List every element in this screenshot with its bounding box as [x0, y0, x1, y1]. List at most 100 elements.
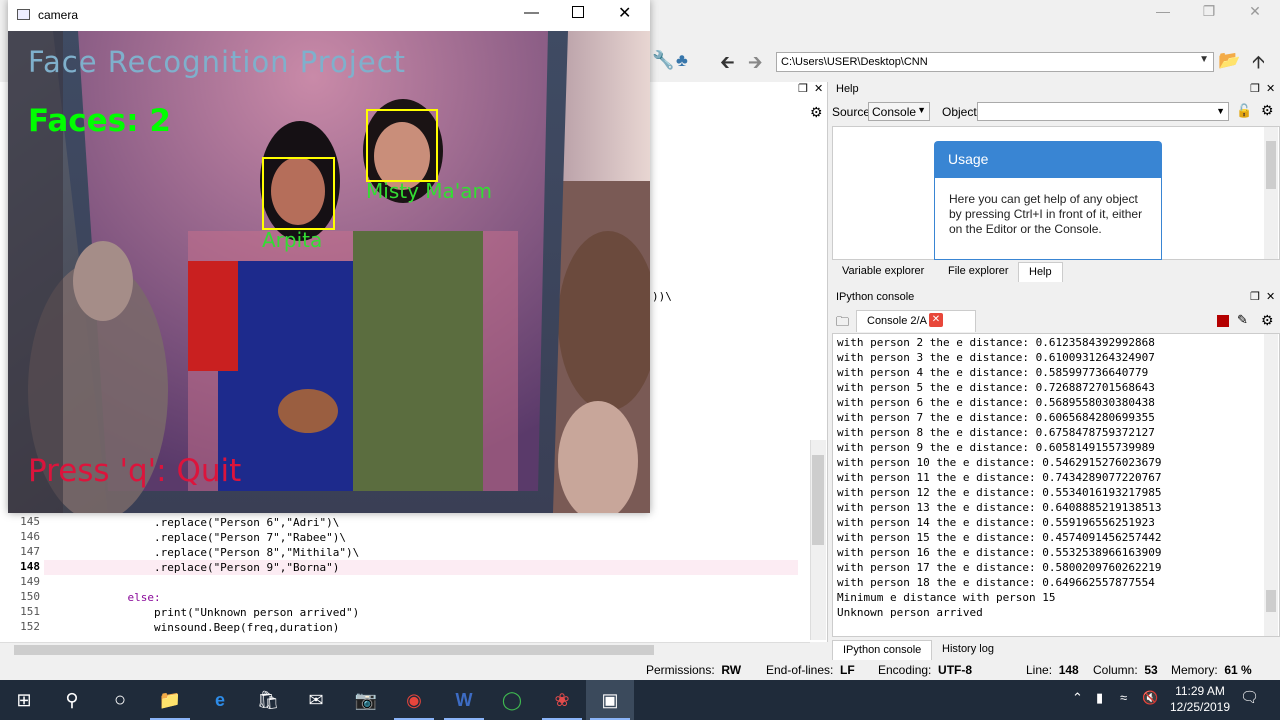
code-editor[interactable]: 145 .replace("Person 6","Adri")\ 146 .re… [0, 512, 798, 642]
working-directory-input[interactable]: C:\Users\USER\Desktop\CNN ▼ [776, 52, 1214, 72]
console-line: with person 18 the e distance: 0.6496625… [837, 576, 1155, 589]
code-line[interactable]: .replace("Person 6","Adri")\ [48, 515, 339, 530]
file-explorer-icon[interactable]: 📁 [146, 680, 194, 720]
close-icon[interactable]: ✕ [1232, 0, 1278, 22]
eraser-icon[interactable]: ✎ [1237, 312, 1248, 328]
line-number: 152 [20, 620, 40, 633]
line-number: 146 [20, 530, 40, 543]
forward-arrow-icon[interactable]: 🡲 [748, 50, 763, 80]
console-scrollbar[interactable] [1264, 334, 1278, 636]
memory-status: Memory: 61 % [1171, 663, 1252, 677]
line-number: 145 [20, 515, 40, 528]
restore-icon[interactable]: ❐ [1186, 0, 1232, 22]
undock-icon[interactable]: ❐ [1250, 290, 1260, 303]
code-line[interactable]: .replace("Person 9","Borna") [48, 560, 339, 575]
code-line[interactable]: else: [48, 590, 160, 605]
console-line: Unknown person arrived [837, 606, 983, 619]
up-arrow-icon[interactable]: 🡩 [1252, 50, 1265, 80]
ipython-pane-title: IPython console [836, 291, 915, 303]
maximize-icon[interactable] [572, 6, 584, 18]
camera-window-task-icon[interactable]: ▣ [586, 680, 634, 720]
console-line: Minimum e distance with person 15 [837, 591, 1056, 604]
close-icon[interactable]: ✕ [618, 3, 631, 23]
camera-app-icon[interactable]: 📷 [342, 680, 390, 720]
python-icon[interactable]: ♣ [676, 50, 688, 71]
console-tab-bar: 🗀 Console 2/A ✕ ✎ ⚙ [832, 310, 1280, 332]
spyder-icon[interactable]: ❀ [538, 680, 586, 720]
console-bottom-tabs: IPython console History log [832, 640, 1280, 660]
battery-icon[interactable]: ▮ [1096, 690, 1103, 706]
console-line: with person 2 the e distance: 0.61235843… [837, 336, 1155, 349]
chrome-icon[interactable]: ◉ [390, 680, 438, 720]
gear-icon[interactable]: ⚙ [1261, 102, 1274, 119]
tab-console[interactable]: Console 2/A [856, 310, 976, 332]
gear-icon[interactable]: ⚙ [1261, 312, 1274, 329]
cortana-icon[interactable]: ○ [96, 680, 144, 720]
source-label: Source [832, 105, 871, 119]
permissions-status: Permissions: RW [646, 663, 742, 677]
chevron-down-icon[interactable]: ▼ [1216, 106, 1225, 116]
back-arrow-icon[interactable]: 🡰 [720, 50, 735, 80]
folder-icon[interactable]: 🗀 [836, 313, 849, 335]
overlay-title: Face Recognition Project [28, 45, 407, 79]
column-status: Column: 53 [1093, 663, 1158, 677]
undock-icon[interactable]: ❐ [1250, 82, 1260, 95]
code-line[interactable]: print("Unknown person arrived") [48, 605, 359, 620]
help-pane-title: Help [832, 82, 1280, 98]
console-line: with person 7 the e distance: 0.60656842… [837, 411, 1155, 424]
console-line: with person 14 the e distance: 0.5591965… [837, 516, 1155, 529]
undock-icon[interactable]: ❐ [798, 82, 808, 95]
system-clock[interactable]: 11:29 AM 12/25/2019 [1160, 683, 1240, 715]
lock-icon[interactable]: 🔓 [1236, 103, 1252, 119]
console-line: with person 4 the e distance: 0.58599773… [837, 366, 1149, 379]
wifi-icon[interactable]: ≈ [1120, 690, 1127, 705]
tab-variable-explorer[interactable]: Variable explorer [832, 262, 934, 282]
mail-icon[interactable]: ✉ [292, 680, 340, 720]
clock-time: 11:29 AM [1175, 684, 1225, 698]
help-scrollbar[interactable] [1264, 127, 1278, 259]
editor-hscroll-thumb[interactable] [14, 645, 654, 655]
minimize-icon[interactable]: — [1140, 0, 1186, 22]
camera-feed: Face Recognition Project Faces: 2 Press … [8, 31, 650, 513]
editor-scroll-thumb[interactable] [812, 455, 824, 545]
close-tab-icon[interactable]: ✕ [929, 313, 943, 327]
word-icon[interactable]: W [440, 680, 488, 720]
source-select[interactable]: Console ▼ [868, 102, 930, 121]
search-icon[interactable]: ⚲ [48, 680, 96, 720]
code-line[interactable]: .replace("Person 8","Mithila")\ [48, 545, 359, 560]
encoding-status: Encoding: UTF-8 [878, 663, 973, 677]
code-line[interactable]: winsound.Beep(freq,duration) [48, 620, 339, 635]
face-name-label: Arpita [262, 228, 323, 252]
line-status: Line: 148 [1026, 663, 1079, 677]
line-number: 149 [20, 575, 40, 588]
console-line: with person 11 the e distance: 0.7434289… [837, 471, 1162, 484]
stop-icon[interactable] [1217, 315, 1229, 327]
close-pane-icon[interactable]: ✕ [814, 82, 823, 95]
minimize-icon[interactable]: — [524, 4, 539, 21]
tab-help[interactable]: Help [1018, 262, 1063, 282]
chevron-down-icon: ▼ [917, 105, 926, 115]
volume-muted-icon[interactable]: 🔇 [1142, 690, 1158, 706]
gear-icon[interactable]: ⚙ [810, 104, 823, 121]
wrench-icon[interactable]: 🔧 [652, 50, 674, 71]
anaconda-icon[interactable]: ◯ [488, 680, 536, 720]
notifications-icon[interactable]: 🗨 [1240, 688, 1259, 706]
store-icon[interactable]: 🛍 [244, 680, 292, 720]
folder-open-icon[interactable]: 📂 [1218, 50, 1240, 71]
quit-hint: Press 'q': Quit [28, 453, 242, 489]
status-bar: Permissions: RW End-of-lines: LF Encodin… [0, 660, 1280, 680]
console-line: with person 6 the e distance: 0.56895580… [837, 396, 1155, 409]
object-input[interactable]: ▼ [977, 102, 1229, 121]
close-pane-icon[interactable]: ✕ [1266, 290, 1275, 303]
close-pane-icon[interactable]: ✕ [1266, 82, 1275, 95]
tab-file-explorer[interactable]: File explorer [938, 262, 1019, 282]
tab-history-log[interactable]: History log [932, 640, 1004, 660]
code-fragment: ))\ [652, 290, 672, 303]
edge-icon[interactable]: e [196, 680, 244, 720]
tab-ipython-console[interactable]: IPython console [832, 640, 933, 660]
windows-start-icon[interactable]: ⊞ [0, 680, 48, 720]
camera-titlebar[interactable] [8, 0, 650, 31]
code-line[interactable]: .replace("Person 7","Rabee")\ [48, 530, 346, 545]
chevron-down-icon[interactable]: ▼ [1199, 54, 1209, 65]
chevron-up-icon[interactable]: ⌃ [1072, 690, 1083, 706]
